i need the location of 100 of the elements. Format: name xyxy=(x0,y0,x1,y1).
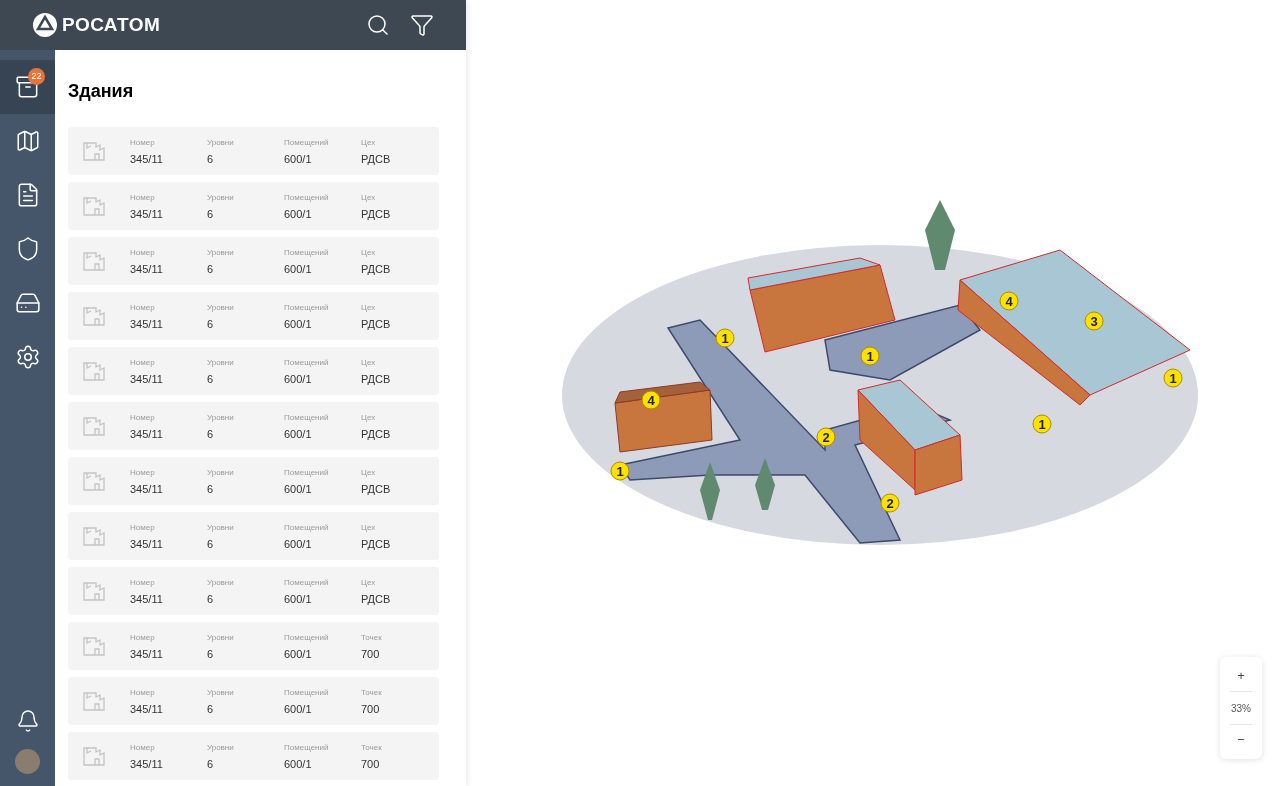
factory-icon xyxy=(82,414,106,438)
zoom-level: 33% xyxy=(1231,701,1251,716)
field-value: 345/11 xyxy=(130,151,164,166)
number-marker: 1 xyxy=(860,346,880,366)
field-label: Цех xyxy=(361,301,377,314)
field-label: Цех xyxy=(361,411,377,424)
building-card[interactable]: Номер 345/11 Уровни 6 Помещений 600/1 Цех РДСВ xyxy=(68,347,439,395)
panel-title: Здания xyxy=(68,80,135,103)
field-value: 600/1 xyxy=(284,591,313,606)
number-marker: 2 xyxy=(816,427,836,447)
field-value: 700 xyxy=(361,646,381,661)
number-marker: 1 xyxy=(610,461,630,481)
notifications-button[interactable] xyxy=(15,709,40,733)
field-label: Номер xyxy=(130,686,156,699)
field-label: Уровни xyxy=(207,301,235,314)
field-label: Номер xyxy=(130,521,156,534)
field-label: Уровни xyxy=(207,466,235,479)
building-card[interactable]: Номер 345/11 Уровни 6 Помещений 600/1 Цех РДСВ xyxy=(68,237,439,285)
field-label: Номер xyxy=(130,466,156,479)
field-value: 345/11 xyxy=(130,426,164,441)
field-label: Помещений xyxy=(284,356,330,369)
building-card[interactable]: Номер 345/11 Уровни 6 Помещений 600/1 Точек 700 xyxy=(68,677,439,725)
field-label: Уровни xyxy=(207,521,235,534)
field-label: Помещений xyxy=(284,576,330,589)
field-value: 600/1 xyxy=(284,151,313,166)
field-value: 6 xyxy=(207,591,215,606)
factory-icon xyxy=(82,469,106,493)
field-label: Помещений xyxy=(284,191,330,204)
factory-icon xyxy=(82,689,106,713)
field-value: 700 xyxy=(361,756,381,771)
building-card[interactable]: Номер 345/11 Уровни 6 Помещений 600/1 Точек 700 xyxy=(68,732,439,780)
field-label: Помещений xyxy=(284,411,330,424)
tree-icon xyxy=(700,462,720,520)
field-value: 345/11 xyxy=(130,371,164,386)
field-value: РДСВ xyxy=(361,206,392,221)
field-value: 600/1 xyxy=(284,426,313,441)
field-value: РДСВ xyxy=(361,426,392,441)
field-label: Номер xyxy=(130,301,156,314)
field-label: Точек xyxy=(361,741,383,754)
field-label: Номер xyxy=(130,246,156,259)
field-value: 345/11 xyxy=(130,701,164,716)
factory-icon xyxy=(82,359,106,383)
building-card[interactable]: Номер 345/11 Уровни 6 Помещений 600/1 Цех РДСВ xyxy=(68,457,439,505)
number-marker: 4 xyxy=(641,390,661,410)
number-marker: 1 xyxy=(1032,414,1052,434)
field-value: РДСВ xyxy=(361,371,392,386)
field-value: 700 xyxy=(361,701,381,716)
field-value: 600/1 xyxy=(284,316,313,331)
building-card[interactable]: Номер 345/11 Уровни 6 Помещений 600/1 Точек 700 xyxy=(68,622,439,670)
building-card[interactable]: Номер 345/11 Уровни 6 Помещений 600/1 Цех РДСВ xyxy=(68,182,439,230)
field-value: 345/11 xyxy=(130,206,164,221)
field-label: Уровни xyxy=(207,631,235,644)
settings-icon xyxy=(14,344,41,370)
field-value: РДСВ xyxy=(361,151,392,166)
field-label: Помещений xyxy=(284,301,330,314)
filter-button[interactable] xyxy=(410,13,434,37)
field-label: Номер xyxy=(130,136,156,149)
field-value: 6 xyxy=(207,701,215,716)
field-label: Точек xyxy=(361,631,383,644)
field-value: 6 xyxy=(207,206,215,221)
field-value: 345/11 xyxy=(130,591,164,606)
field-label: Уровни xyxy=(207,246,235,259)
factory-icon xyxy=(82,579,106,603)
search-button[interactable] xyxy=(366,13,390,37)
zoom-out-button[interactable]: − xyxy=(1237,725,1245,755)
building-card[interactable]: Номер 345/11 Уровни 6 Помещений 600/1 Цех РДСВ xyxy=(68,512,439,560)
factory-icon xyxy=(82,249,106,273)
field-value: 6 xyxy=(207,536,215,551)
field-value: 600/1 xyxy=(284,756,313,771)
field-label: Номер xyxy=(130,191,156,204)
field-label: Номер xyxy=(130,631,156,644)
field-label: Номер xyxy=(130,411,156,424)
field-label: Помещений xyxy=(284,136,330,149)
building-card[interactable]: Номер 345/11 Уровни 6 Помещений 600/1 Цех РДСВ xyxy=(68,292,439,340)
factory-icon xyxy=(82,139,106,163)
number-marker: 3 xyxy=(1084,311,1104,331)
field-value: РДСВ xyxy=(361,261,392,276)
map-icon xyxy=(14,128,41,154)
tree-icon xyxy=(755,458,775,510)
field-value: 600/1 xyxy=(284,371,313,386)
field-value: 345/11 xyxy=(130,481,164,496)
building-card[interactable]: Номер 345/11 Уровни 6 Помещений 600/1 Цех РДСВ xyxy=(68,567,439,615)
field-value: 6 xyxy=(207,426,215,441)
field-value: 345/11 xyxy=(130,756,164,771)
field-label: Уровни xyxy=(207,411,235,424)
field-label: Цех xyxy=(361,246,377,259)
factory-icon xyxy=(82,744,106,768)
zoom-in-button[interactable]: + xyxy=(1237,661,1245,691)
field-value: 600/1 xyxy=(284,261,313,276)
factory-icon xyxy=(82,304,106,328)
field-label: Помещений xyxy=(284,521,330,534)
field-value: 6 xyxy=(207,646,215,661)
building-card[interactable]: Номер 345/11 Уровни 6 Помещений 600/1 Цех РДСВ xyxy=(68,127,439,175)
field-label: Помещений xyxy=(284,466,330,479)
field-value: 600/1 xyxy=(284,206,313,221)
field-value: 6 xyxy=(207,316,215,331)
factory-icon xyxy=(82,524,106,548)
field-label: Цех xyxy=(361,356,377,369)
logo-text: РОСАТОМ xyxy=(62,12,161,37)
building-card[interactable]: Номер 345/11 Уровни 6 Помещений 600/1 Цех РДСВ xyxy=(68,402,439,450)
